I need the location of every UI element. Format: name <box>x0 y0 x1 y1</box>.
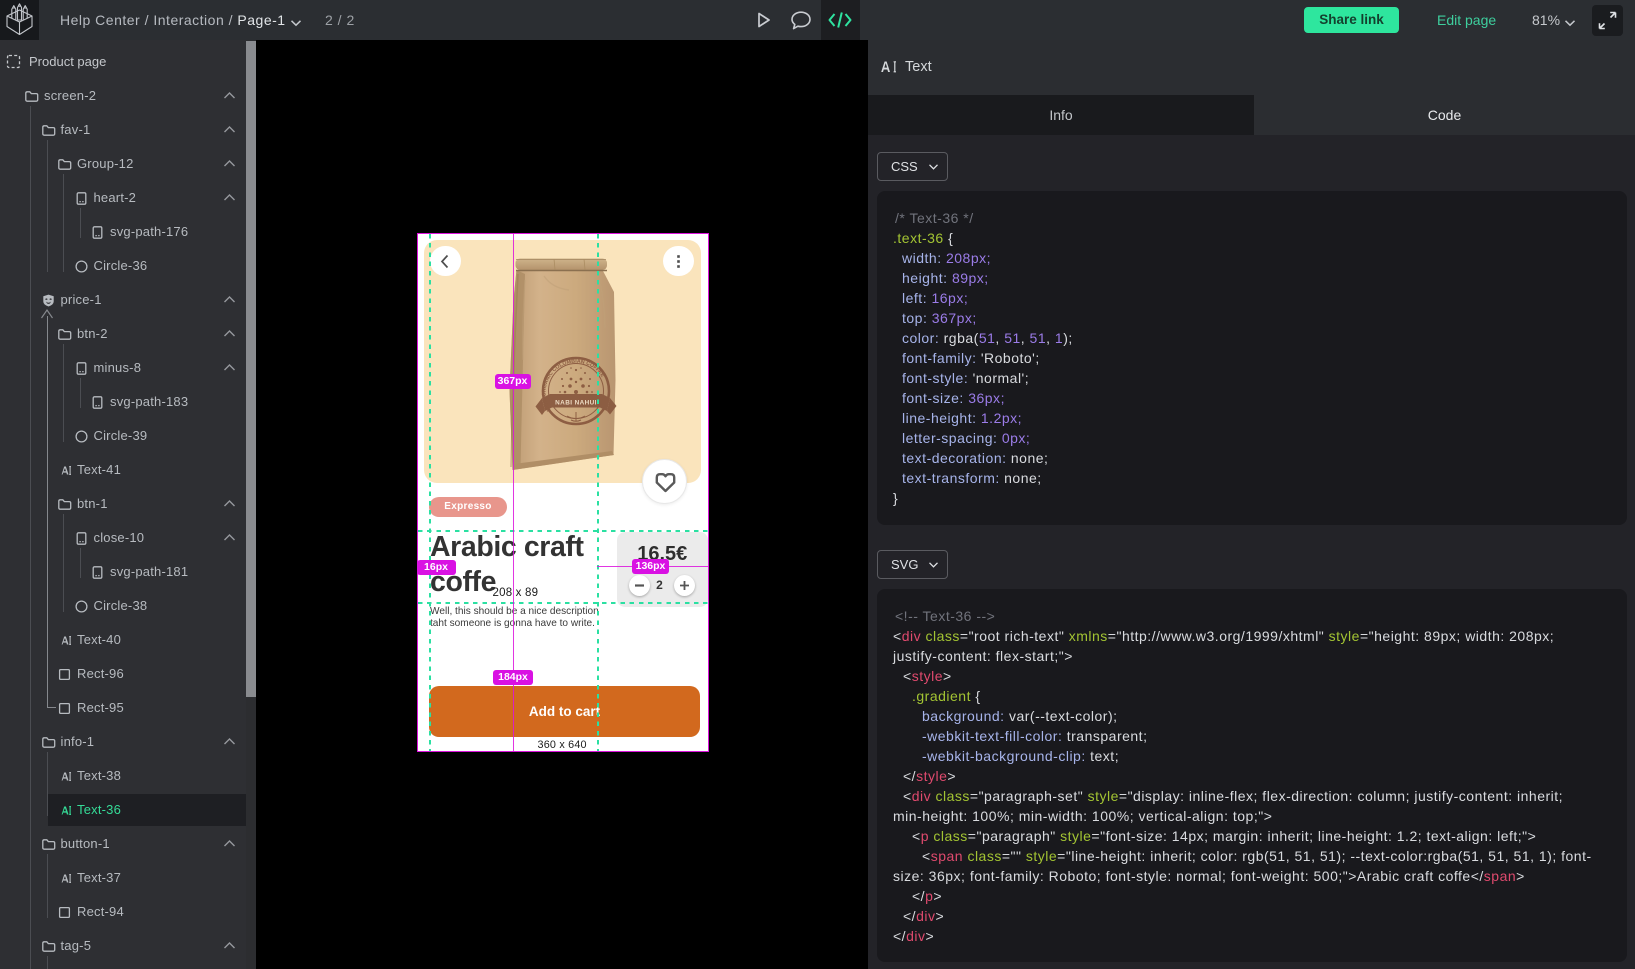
svg-text:NABI NAHUI: NABI NAHUI <box>555 400 597 407</box>
